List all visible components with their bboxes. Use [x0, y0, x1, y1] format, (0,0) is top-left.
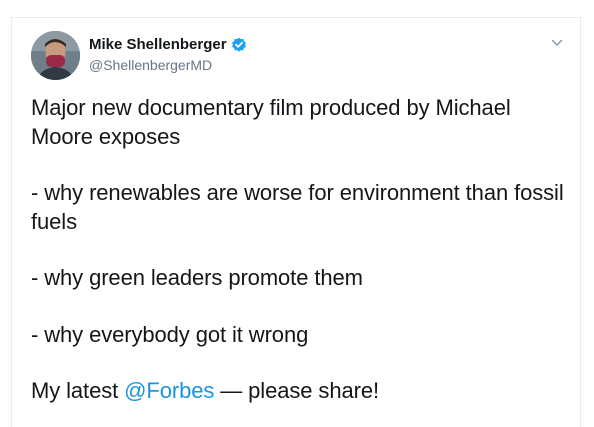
- mention-link-forbes[interactable]: @Forbes: [124, 378, 214, 403]
- author-name-link[interactable]: Mike Shellenberger: [89, 36, 247, 54]
- tweet-text-line: - why green leaders promote them: [31, 265, 363, 290]
- tweet-text-line: - why everybody got it wrong: [31, 321, 309, 347]
- author-avatar[interactable]: [31, 31, 80, 80]
- tweet-text-line: Major new documentary film produced by M…: [31, 95, 511, 149]
- chevron-down-icon[interactable]: [550, 36, 564, 50]
- tweet-text: Major new documentary film produced by M…: [31, 94, 576, 406]
- tweet-text-fragment: My latest: [31, 378, 125, 403]
- tweet-text-line: My latest @Forbes — please share!: [31, 377, 576, 406]
- avatar-image: [31, 31, 80, 80]
- author-handle[interactable]: @ShellenbergerMD: [89, 57, 212, 73]
- author-name: Mike Shellenberger: [89, 36, 227, 53]
- tweet-text-fragment: — please share!: [214, 378, 379, 403]
- tweet-card: Mike Shellenberger @ShellenbergerMD Majo…: [11, 17, 581, 427]
- tweet-text-line: - why renewables are worse for environme…: [31, 180, 564, 234]
- verified-badge-icon: [231, 37, 247, 53]
